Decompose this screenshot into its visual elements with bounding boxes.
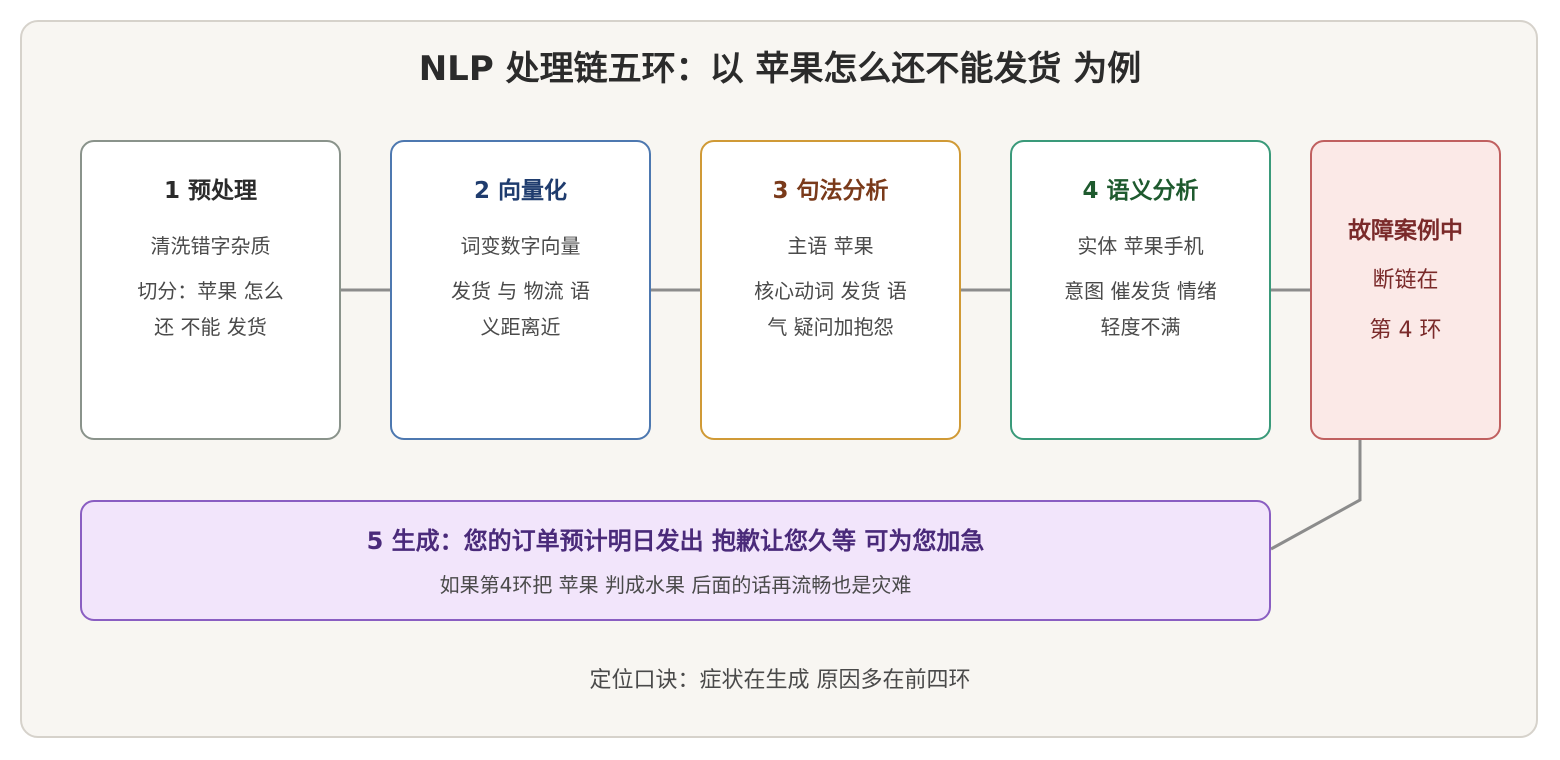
step-3-line1: 主语 苹果 [787, 234, 874, 258]
step-4-line1: 实体 苹果手机 [1077, 234, 1204, 258]
step-3-line2: 核心动词 发货 语气 疑问加抱怨 [754, 279, 907, 339]
footer-mnemonic: 定位口诀：症状在生成 原因多在前四环 [589, 668, 971, 693]
step-2-line2: 发货 与 物流 语义距离近 [450, 279, 591, 339]
step-4-semantic-analysis: 4 语义分析 实体 苹果手机 意图 催发货 情绪 轻度不满 [1010, 140, 1271, 440]
step-2-heading: 2 向量化 [473, 178, 567, 204]
step-3-syntax-analysis: 3 句法分析 主语 苹果 核心动词 发货 语气 疑问加抱怨 [700, 140, 961, 440]
generation-heading: 5 生成：您的订单预计明日发出 抱歉让您久等 可为您加急 [366, 527, 985, 555]
step-4-line2: 意图 催发货 情绪 轻度不满 [1064, 279, 1217, 339]
step-3-heading: 3 句法分析 [772, 178, 889, 204]
step-2-vectorization: 2 向量化 词变数字向量 发货 与 物流 语义距离近 [390, 140, 651, 440]
fault-case-box: 故障案例中 断链在 第 4 环 [1310, 140, 1501, 440]
step-1-line1: 清洗错字杂质 [150, 234, 271, 258]
step-2-line1: 词变数字向量 [460, 234, 581, 258]
generation-note: 如果第4环把 苹果 判成水果 后面的话再流畅也是灾难 [439, 573, 912, 597]
step-1-line2: 切分：苹果 怎么 还 不能 发货 [137, 279, 284, 339]
step-5-generation: 5 生成：您的订单预计明日发出 抱歉让您久等 可为您加急 如果第4环把 苹果 判… [80, 500, 1271, 621]
fault-line2: 第 4 环 [1369, 318, 1442, 343]
step-1-heading: 1 预处理 [163, 178, 257, 204]
connector-fault-generation [1270, 440, 1362, 551]
fault-line1: 断链在 [1372, 268, 1439, 293]
fault-heading: 故障案例中 [1348, 218, 1463, 244]
step-1-preprocessing: 1 预处理 清洗错字杂质 切分：苹果 怎么 还 不能 发货 [80, 140, 341, 440]
step-4-heading: 4 语义分析 [1082, 178, 1199, 204]
